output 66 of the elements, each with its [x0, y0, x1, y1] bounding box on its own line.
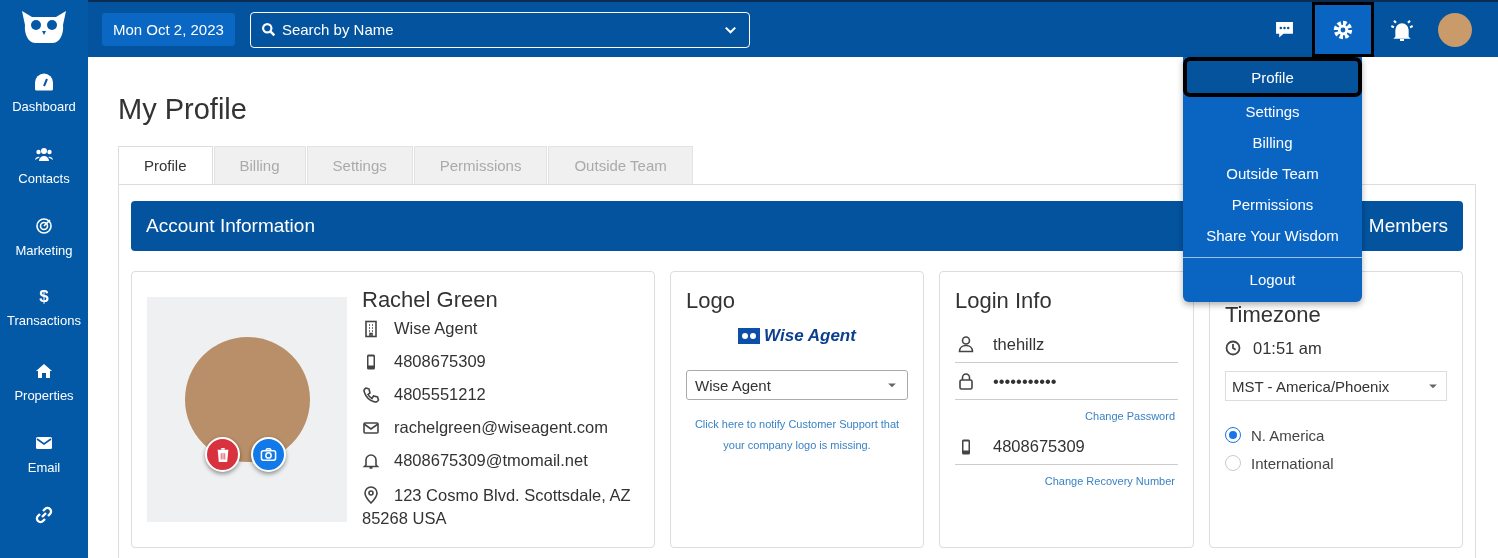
search-field[interactable]: Search by Name	[249, 11, 750, 48]
bell-icon	[1390, 17, 1414, 42]
card-title: Login Info	[955, 288, 1053, 314]
menu-item[interactable]: Permissions	[1187, 188, 1358, 219]
change-recovery-link[interactable]: Change Recovery Number	[958, 475, 1175, 487]
link-icon	[35, 505, 53, 524]
logo-select[interactable]: Wise Agent	[686, 370, 908, 400]
settings-icon	[1332, 18, 1354, 41]
current-time: 01:51 am	[1225, 336, 1447, 360]
password-field: •••••••••••	[955, 363, 1178, 400]
card-title: Timezone	[1225, 302, 1322, 328]
region-option[interactable]: International	[1225, 449, 1447, 477]
timezone-select[interactable]: MST - America/Phoenix	[1225, 371, 1447, 401]
menu-item[interactable]: Share Your Wisdom	[1187, 219, 1358, 250]
menu-item[interactable]: Outside Team	[1187, 157, 1358, 188]
delete-photo-button[interactable]	[205, 437, 240, 472]
envelope-icon	[362, 419, 380, 437]
user-icon	[957, 335, 975, 353]
menu-item[interactable]: Billing	[1187, 126, 1358, 157]
contact-detail: 4808675309	[362, 352, 639, 385]
chat-bubble-icon	[1274, 20, 1294, 39]
lock-icon	[957, 372, 975, 390]
region-option[interactable]: N. America	[1225, 421, 1447, 449]
owl-icon	[738, 328, 761, 344]
profile-name: Rachel Green	[362, 287, 499, 313]
building-icon	[362, 320, 380, 338]
owl-logo-icon[interactable]	[20, 8, 68, 45]
radio-button[interactable]	[1225, 427, 1241, 443]
house-icon	[35, 361, 53, 380]
company-logo: Wise Agent	[686, 326, 908, 346]
page-title: My Profile	[118, 93, 247, 126]
phone-field: 4808675309	[955, 429, 1178, 465]
dollar-icon: $	[39, 289, 49, 306]
date-button[interactable]: Mon Oct 2, 2023	[102, 13, 235, 46]
clock-icon	[1225, 340, 1241, 356]
bell-icon	[362, 452, 380, 470]
gauge-icon	[35, 73, 53, 92]
sidebar-item[interactable]: Properties	[14, 341, 74, 414]
contact-detail: rachelgreen@wiseagent.com	[362, 418, 639, 451]
contact-detail: 123 Cosmo Blvd. Scottsdale, AZ 85268 USA	[362, 485, 632, 529]
sidebar-item[interactable]: Marketing	[15, 197, 73, 270]
map-pin-icon	[362, 486, 380, 504]
card-title: Logo	[686, 288, 736, 314]
menu-item[interactable]: Settings	[1187, 95, 1358, 126]
radio-button[interactable]	[1225, 455, 1241, 471]
settings-button[interactable]	[1312, 2, 1374, 57]
contact-detail: Wise Agent	[362, 319, 639, 352]
avatar[interactable]	[1438, 12, 1472, 47]
people-icon	[35, 145, 53, 164]
target-icon	[35, 217, 53, 236]
section-title: Account Information	[146, 215, 315, 237]
logout-item[interactable]: Logout	[1187, 258, 1358, 302]
contact-detail: 4805551212	[362, 385, 639, 418]
sidebar-item[interactable]: $ Transactions	[7, 269, 81, 342]
sidebar-item[interactable]: Contacts	[18, 125, 70, 198]
phone-icon	[362, 386, 380, 404]
contact-detail: 4808675309@tmomail.net	[362, 451, 639, 484]
change-password-link[interactable]: Change Password	[958, 410, 1175, 422]
search-icon	[260, 22, 276, 37]
notify-support-link[interactable]: Click here to notify Customer Support that your company logo is missing.	[686, 414, 908, 456]
username-field: thehillz	[955, 326, 1178, 363]
sidebar-item[interactable]: Dashboard	[12, 53, 76, 126]
camera-icon	[260, 446, 277, 463]
members-button[interactable]: Members	[1368, 215, 1448, 237]
tab[interactable]: Profile	[118, 146, 213, 184]
sidebar-item[interactable]: Email	[27, 413, 61, 486]
